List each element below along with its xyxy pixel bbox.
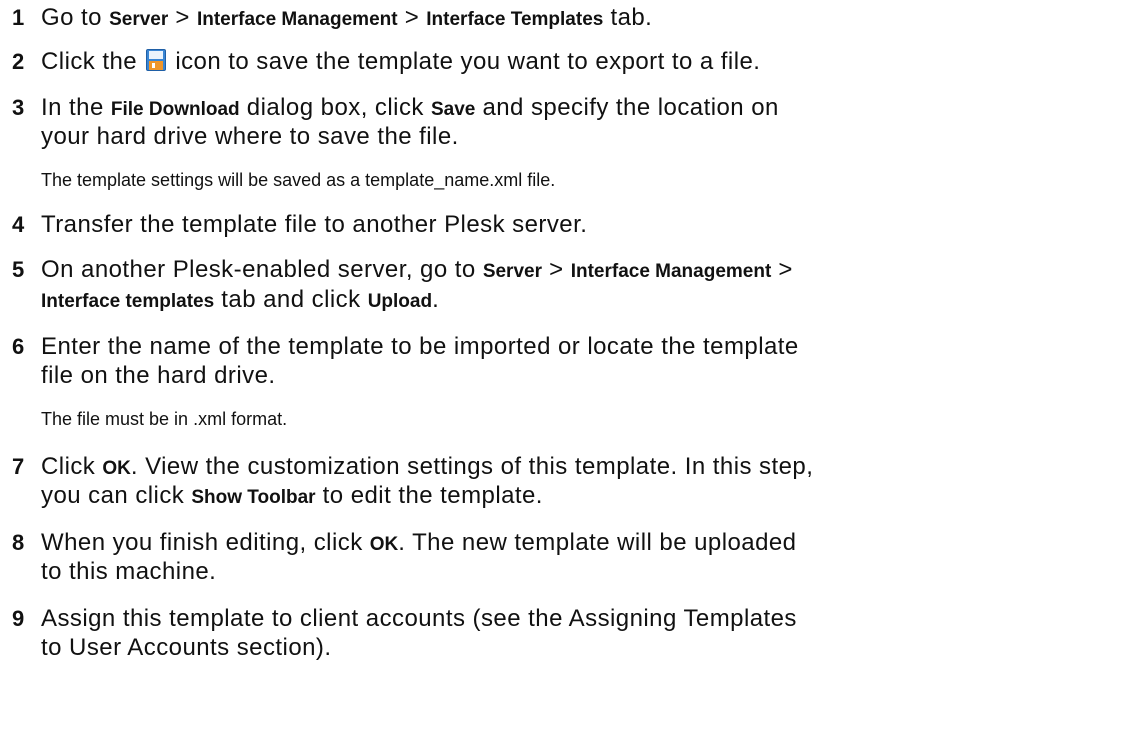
button-show-toolbar: Show Toolbar xyxy=(191,487,316,508)
document-page: 1 Go to Server > Interface Management > … xyxy=(0,0,1146,744)
step-text-continued: you can click Show Toolbar to edit the t… xyxy=(41,482,543,509)
tab-interface-templates: Interface Templates xyxy=(426,9,604,30)
menu-interface-management: Interface Management xyxy=(570,261,772,282)
menu-server: Server xyxy=(109,9,169,30)
step-text: On another Plesk-enabled server, go to S… xyxy=(41,256,793,283)
button-ok: OK xyxy=(102,458,131,479)
step-number: 9 xyxy=(12,606,25,631)
step-text: Enter the name of the template to be imp… xyxy=(41,333,799,360)
step-number: 6 xyxy=(12,334,25,359)
step-number: 3 xyxy=(12,95,25,120)
step-text-continued: your hard drive where to save the file. xyxy=(41,123,459,150)
tab-interface-templates: Interface templates xyxy=(41,291,215,312)
step-text: Go to Server > Interface Management > In… xyxy=(41,4,653,31)
step-number: 8 xyxy=(12,530,25,555)
button-save: Save xyxy=(430,99,476,120)
step-text-continued: file on the hard drive. xyxy=(41,362,276,389)
button-ok: OK xyxy=(369,534,399,555)
step-note: The template settings will be saved as a… xyxy=(41,170,556,190)
step-text: Transfer the template file to another Pl… xyxy=(41,211,588,238)
menu-interface-management: Interface Management xyxy=(196,9,398,30)
step-text: Assign this template to client accounts … xyxy=(41,605,797,632)
step-number: 5 xyxy=(12,257,25,282)
step-text: Click the icon to save the template you … xyxy=(41,48,761,75)
dialog-file-download: File Download xyxy=(110,99,240,120)
menu-server: Server xyxy=(482,261,542,282)
step-number: 1 xyxy=(12,5,25,30)
step-text-continued: to User Accounts section). xyxy=(41,634,332,661)
step-number: 7 xyxy=(12,454,25,479)
step-number: 4 xyxy=(12,212,25,237)
step-note: The file must be in .xml format. xyxy=(41,409,288,429)
button-upload: Upload xyxy=(367,291,433,312)
step-text-continued: Interface templates tab and click Upload… xyxy=(41,286,440,313)
step-number: 2 xyxy=(12,49,25,74)
step-text-continued: to this machine. xyxy=(41,558,217,585)
save-icon xyxy=(146,48,167,71)
